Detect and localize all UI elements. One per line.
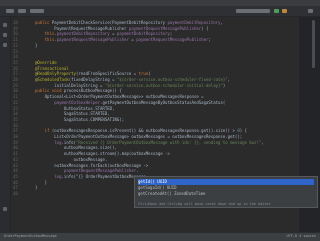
line-number: 45 (13, 173, 18, 179)
status-left-text: OrderPaymentOutboxMessage (4, 234, 57, 238)
line-number: 24 (13, 54, 18, 60)
line-number: 37 (13, 128, 18, 134)
toolbar-button[interactable] (6, 9, 14, 13)
line-number: 21 (13, 37, 18, 43)
toolbar-button[interactable] (18, 9, 26, 13)
line-number: 28 (13, 77, 18, 82)
line-number: 39 (13, 139, 18, 145)
line-number: 47 (13, 185, 18, 191)
line-number: 29 (13, 82, 18, 88)
line-number: 19 (13, 25, 18, 31)
line-number: 44 (13, 168, 18, 174)
line-number: 34 (13, 111, 18, 117)
line-number: 26 (13, 65, 18, 71)
toolbar-button[interactable] (30, 9, 44, 13)
line-number-gutter: 18 19 20 21 22 23 24 25 26 27 28 29 30 31 32 33 34 35 36 37… (11, 17, 33, 232)
line-number: 30 (13, 88, 18, 94)
line-number: 25 (13, 59, 18, 65)
line-number: 36 (13, 122, 18, 128)
line-number: 38 (13, 134, 18, 139)
structure-tool-icon[interactable] (3, 33, 7, 37)
run-config-selector[interactable] (236, 9, 270, 13)
line-number: 31 (13, 94, 18, 100)
project-tool-icon[interactable] (3, 23, 7, 27)
left-tool-window-bar (0, 17, 11, 232)
line-number: 18 (13, 20, 18, 25)
line-number: 23 (13, 48, 18, 54)
main-toolbar (0, 6, 320, 17)
line-number: 22 (13, 42, 18, 48)
line-number: 27 (13, 71, 18, 77)
search-icon[interactable] (308, 9, 313, 13)
line-number: 40 (13, 145, 18, 151)
autocomplete-hint: Ctrl+Down and Ctrl+Up will move caret do… (138, 202, 271, 206)
line-number: 32 (13, 99, 18, 105)
line-number: 46 (13, 179, 18, 185)
bookmarks-tool-icon[interactable] (3, 43, 7, 47)
autocomplete-popup[interactable]: getId() UUID getSagaId() UUID getCreated… (134, 176, 318, 208)
run-icon[interactable] (274, 9, 279, 13)
editor-scrollbar-thumb[interactable] (312, 20, 315, 68)
line-number: 43 (13, 162, 18, 168)
line-number: 20 (13, 31, 18, 37)
line-number: 48 (13, 191, 18, 196)
line-number: 41 (13, 151, 18, 157)
debug-icon[interactable] (282, 9, 287, 13)
terminal-tool-icon[interactable] (3, 207, 7, 211)
autocomplete-item[interactable]: getCreatedAt() ZonedDateTime (138, 191, 314, 197)
line-number: 33 (13, 105, 18, 111)
line-number: 42 (13, 156, 18, 162)
code-text[interactable]: public PaymentDebitCheckService(PaymentD… (35, 20, 264, 197)
status-right-text: UTF-8 4 spaces (286, 234, 316, 238)
line-number: 35 (13, 116, 18, 122)
